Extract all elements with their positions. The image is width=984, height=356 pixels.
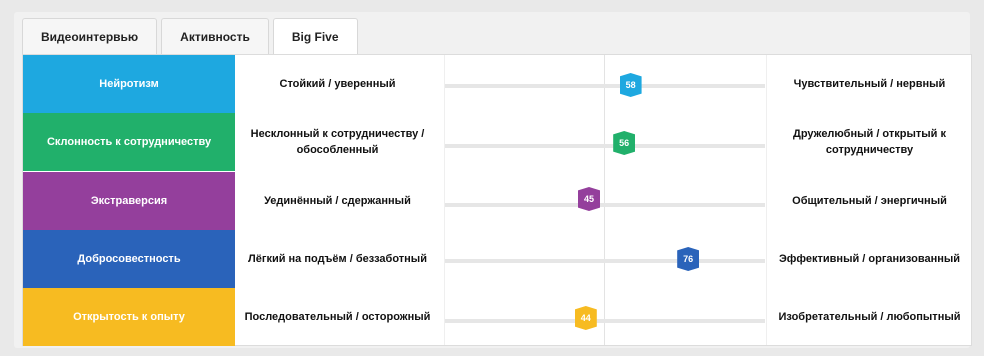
- high-pole-label: Изобретательный / любопытный: [778, 310, 961, 323]
- low-pole-label: Последовательный / осторожный: [244, 310, 431, 323]
- trait-label: Открытость к опыту: [23, 288, 235, 346]
- row-extraversion: Экстраверсия Уединённый / сдержанный 45 …: [23, 172, 971, 230]
- tab-bar: Видеоинтервью Активность Big Five: [22, 18, 362, 56]
- trait-label: Добросовестность: [23, 230, 235, 288]
- row-openness: Открытость к опыту Последовательный / ос…: [23, 288, 971, 346]
- low-pole-label: Лёгкий на подъём / беззаботный: [248, 252, 427, 265]
- score-marker: 58: [619, 73, 642, 97]
- score-track: [445, 84, 765, 88]
- score-track: [445, 259, 765, 263]
- high-pole-label: Чувствительный / нервный: [793, 77, 946, 90]
- row-agreeableness: Склонность к сотрудничеству Несклонный к…: [23, 113, 971, 171]
- score-track: [445, 144, 765, 148]
- score-track: [445, 203, 765, 207]
- high-pole-label: Общительный / энергичный: [792, 194, 947, 207]
- score-marker: 45: [578, 187, 600, 211]
- high-pole-label: Дружелюбный / открытый к сотрудничеству: [793, 127, 946, 157]
- score-marker: 44: [574, 306, 597, 330]
- low-pole-label: Стойкий / уверенный: [279, 77, 396, 90]
- trait-label: Склонность к сотрудничеству: [23, 113, 235, 171]
- tab-video-interview[interactable]: Видеоинтервью: [22, 18, 158, 54]
- trait-label: Нейротизм: [23, 55, 235, 113]
- high-pole-label: Эффективный / организованный: [778, 252, 961, 265]
- tab-big-five[interactable]: Big Five: [272, 18, 358, 56]
- tab-activity[interactable]: Активность: [161, 18, 269, 54]
- score-marker: 56: [613, 131, 636, 155]
- score-track: [445, 319, 765, 323]
- low-pole-label: Несклонный к сотрудничеству / обособленн…: [250, 127, 425, 157]
- score-marker: 76: [677, 247, 700, 271]
- big-five-table: Нейротизм Стойкий / уверенный 58 Чувстви…: [22, 54, 972, 346]
- trait-label: Экстраверсия: [23, 172, 235, 230]
- row-neuroticism: Нейротизм Стойкий / уверенный 58 Чувстви…: [23, 55, 971, 113]
- low-pole-label: Уединённый / сдержанный: [264, 194, 411, 207]
- row-conscientiousness: Добросовестность Лёгкий на подъём / безз…: [23, 230, 971, 288]
